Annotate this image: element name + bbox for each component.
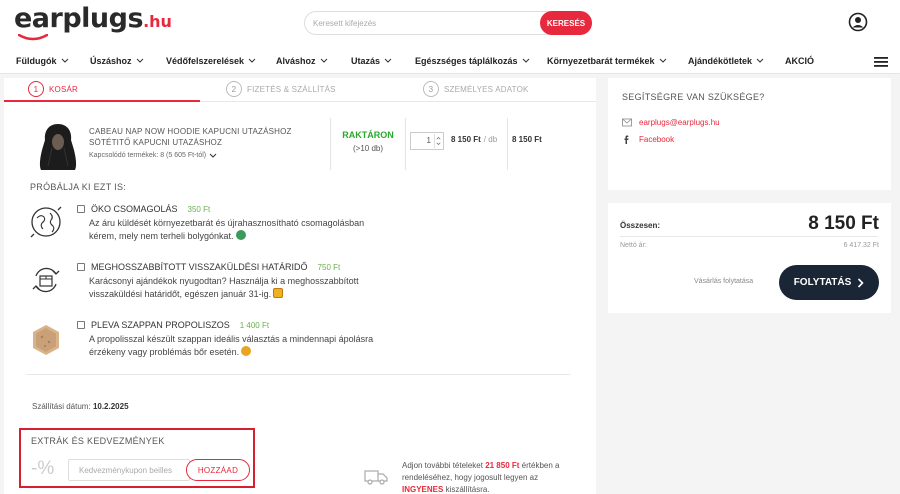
step-number: 3 <box>423 81 439 97</box>
search-button[interactable]: KERESÉS <box>540 11 592 35</box>
column-divider <box>507 118 508 170</box>
quantity-stepper[interactable]: 1 <box>410 132 444 150</box>
extras-title: EXTRÁK ÉS KEDVEZMÉNYEK <box>31 436 165 446</box>
step-number: 1 <box>28 81 44 97</box>
mail-icon <box>622 118 632 127</box>
help-title: SEGÍTSÉGRE VAN SZÜKSÉGE? <box>622 92 765 102</box>
logo[interactable]: earplugs.hu <box>14 3 172 34</box>
nav-item-vedofelszerelesek[interactable]: Védőfelszerelések <box>166 56 256 66</box>
hamburger-menu-icon[interactable] <box>874 57 888 67</box>
logo-smile-icon <box>18 34 48 41</box>
facebook-icon <box>624 135 629 144</box>
total-value: 8 150 Ft <box>808 213 879 234</box>
add-coupon-button[interactable]: HOZZÁAD <box>186 459 250 481</box>
step-label: SZEMÉLYES ADATOK <box>444 84 529 94</box>
nav-item-akcio[interactable]: AKCIÓ <box>785 56 814 66</box>
offer-price: 1 400 Ft <box>239 320 270 330</box>
offer-title[interactable]: ÖKO CSOMAGOLÁS <box>91 204 178 214</box>
header: earplugs.hu KERESÉS <box>0 0 900 50</box>
help-facebook-link[interactable]: Facebook <box>622 135 674 144</box>
return-box-icon <box>32 267 60 293</box>
chevron-down-icon <box>659 58 666 63</box>
offer-description: Az áru küldését környezetbarát és újraha… <box>89 218 365 241</box>
soap-product-image[interactable] <box>28 322 64 358</box>
logo-text: earplugs <box>14 3 144 34</box>
spin-arrows-icon[interactable] <box>434 134 442 148</box>
related-products-toggle[interactable]: Kapcsolódó termékek: 8 (5 605 Ft-tól) <box>89 152 217 159</box>
earth-icon <box>235 230 246 240</box>
step-number: 2 <box>226 81 242 97</box>
user-account-icon[interactable] <box>848 12 868 32</box>
chevron-right-icon <box>858 277 864 288</box>
main-nav: Füldugók Úszáshoz Védőfelszerelések Alvá… <box>0 50 900 74</box>
chevron-down-icon <box>61 58 68 63</box>
help-panel: SEGÍTSÉGRE VAN SZÜKSÉGE? earplugs@earplu… <box>608 78 891 190</box>
active-step-indicator <box>4 100 200 102</box>
percent-icon: -% <box>31 458 55 479</box>
cart-panel: 1 KOSÁR 2 FIZETÉS & SZÁLLÍTÁS 3 SZEMÉLYE… <box>4 78 596 494</box>
shipping-date: Szállítási dátum: 10.2.2025 <box>32 402 129 411</box>
nav-item-uszashoz[interactable]: Úszáshoz <box>90 56 144 66</box>
nav-item-utazas[interactable]: Utazás <box>351 56 392 66</box>
step-label: FIZETÉS & SZÁLLÍTÁS <box>247 84 336 94</box>
free-shipping-notice: Adjon további tételeket 21 850 Ft értékb… <box>402 461 560 494</box>
extras-discounts-box: EXTRÁK ÉS KEDVEZMÉNYEK -% HOZZÁAD <box>19 428 255 488</box>
eco-globe-icon <box>30 206 62 238</box>
offer-description: Karácsonyi ajándékok nyugodtan? Használj… <box>89 276 359 299</box>
net-price-value: 6 417.32 Ft <box>843 242 879 249</box>
unit-price: 8 150 Ft / db <box>451 135 498 144</box>
offer-checkbox[interactable] <box>77 263 85 271</box>
chevron-down-icon <box>136 58 143 63</box>
offer-description: A propolisszal készült szappan ideális v… <box>89 334 374 357</box>
continue-checkout-button[interactable]: FOLYTATÁS <box>779 265 879 300</box>
step-personal-data[interactable]: 3 SZEMÉLYES ADATOK <box>423 81 529 97</box>
net-price-label: Nettó ár: <box>620 242 647 249</box>
help-email-link[interactable]: earplugs@earplugs.hu <box>622 118 720 127</box>
divider <box>620 236 878 237</box>
step-cart[interactable]: 1 KOSÁR <box>28 81 78 97</box>
chevron-down-icon <box>209 153 217 158</box>
search-input[interactable] <box>313 16 533 30</box>
divider <box>26 374 570 375</box>
honey-icon <box>241 346 252 356</box>
offer-checkbox[interactable] <box>77 205 85 213</box>
chevron-down-icon <box>756 58 764 63</box>
nav-item-fuldugok[interactable]: Füldugók <box>16 56 69 66</box>
nav-item-ajandekotletek[interactable]: Ajándékötletek <box>688 56 764 66</box>
continue-shopping-link[interactable]: Vásárlás folytatása <box>694 278 753 285</box>
chevron-down-icon <box>384 58 392 63</box>
offer-header: ÖKO CSOMAGOLÁS 350 Ft <box>77 204 210 214</box>
coupon-input[interactable] <box>68 459 190 481</box>
chevron-down-icon <box>320 58 327 63</box>
nav-item-kornyezetbarat-termekek[interactable]: Környezetbarát termékek <box>547 56 667 66</box>
upsell-title: PRÓBÁLJA KI EZT IS: <box>30 182 127 192</box>
truck-icon <box>364 470 388 485</box>
column-divider <box>330 118 331 170</box>
chevron-down-icon <box>522 58 529 63</box>
order-summary: Összesen: 8 150 Ft Nettó ár: 6 417.32 Ft… <box>608 203 891 313</box>
logo-tld: .hu <box>143 12 172 31</box>
offer-header: PLEVA SZAPPAN PROPOLISZOS 1 400 Ft <box>77 320 269 330</box>
nav-item-alvashoz[interactable]: Alváshoz <box>276 56 328 66</box>
offer-title[interactable]: PLEVA SZAPPAN PROPOLISZOS <box>91 320 230 330</box>
line-total: 8 150 Ft <box>512 135 542 144</box>
nav-item-egeszseges-taplalkozas[interactable]: Egészséges táplálkozás <box>415 56 530 66</box>
product-image[interactable] <box>36 122 80 172</box>
offer-header: MEGHOSSZABBÍTOTT VISSZAKÜLDÉSI HATÁRIDŐ … <box>77 262 340 272</box>
stock-status: RAKTÁRON (>10 db) <box>342 130 394 153</box>
total-label: Összesen: <box>620 221 661 230</box>
search-box: KERESÉS <box>304 11 592 35</box>
step-payment-shipping[interactable]: 2 FIZETÉS & SZÁLLÍTÁS <box>226 81 336 97</box>
checkout-steps: 1 KOSÁR 2 FIZETÉS & SZÁLLÍTÁS 3 SZEMÉLYE… <box>4 78 596 102</box>
step-label: KOSÁR <box>49 84 79 94</box>
chevron-down-icon <box>248 58 256 63</box>
offer-checkbox[interactable] <box>77 321 85 329</box>
gift-icon <box>273 288 284 298</box>
cart-item: CABEAU NAP NOW HOODIE KAPUCNI UTAZÁSHOZ … <box>4 116 596 176</box>
offer-price: 750 Ft <box>317 262 341 272</box>
offer-price: 350 Ft <box>187 204 211 214</box>
column-divider <box>405 118 406 170</box>
offer-title[interactable]: MEGHOSSZABBÍTOTT VISSZAKÜLDÉSI HATÁRIDŐ <box>91 262 308 272</box>
product-name[interactable]: CABEAU NAP NOW HOODIE KAPUCNI UTAZÁSHOZ … <box>89 126 292 148</box>
